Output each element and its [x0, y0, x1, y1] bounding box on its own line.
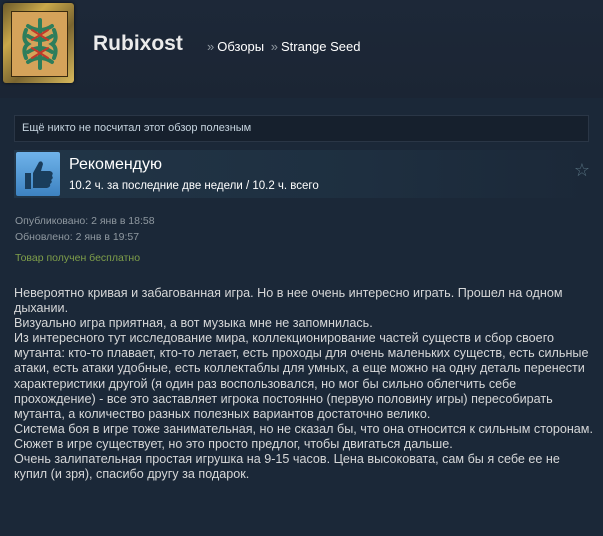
review-paragraph: Визуально игра приятная, а вот музыка мн…: [14, 316, 373, 331]
playtime-hours: 10.2 ч. за последние две недели / 10.2 ч…: [69, 180, 319, 192]
breadcrumb-reviews-link[interactable]: Обзоры: [217, 39, 264, 54]
received-free-label: Товар получен бесплатно: [15, 252, 141, 264]
star-award-icon[interactable]: ☆: [574, 162, 590, 180]
profile-header: Rubixost » Обзоры » Strange Seed: [0, 0, 603, 98]
posted-date: Опубликовано: 2 янв в 18:58: [15, 215, 155, 227]
review-paragraph: Сюжет в игре существует, но это просто п…: [14, 436, 453, 451]
breadcrumb-separator: »: [207, 39, 215, 54]
user-name[interactable]: Rubixost: [93, 32, 183, 56]
breadcrumb-separator: »: [270, 39, 278, 54]
review-paragraph: Очень залипательная простая игрушка на 9…: [14, 452, 560, 482]
avatar-frame[interactable]: [3, 3, 74, 83]
review-paragraph: Система боя в игре тоже занимательная, н…: [14, 421, 593, 436]
recommendation-title: Рекомендую: [69, 156, 163, 173]
avatar-emblem-icon: [21, 18, 58, 70]
recommendation-header: Рекомендую 10.2 ч. за последние две неде…: [14, 150, 594, 198]
helpful-status-box: Ещё никто не посчитал этот обзор полезны…: [14, 115, 589, 142]
review-paragraph: Невероятно кривая и забагованная игра. Н…: [14, 286, 563, 316]
review-body: Невероятно кривая и забагованная игра. Н…: [14, 286, 594, 482]
updated-date: Обновлено: 2 янв в 19:57: [15, 231, 140, 243]
thumbs-up-icon: [16, 152, 60, 196]
breadcrumb-game-link[interactable]: Strange Seed: [281, 39, 361, 54]
review-paragraph: Из интересного тут исследование мира, ко…: [14, 331, 589, 421]
helpful-status-text: Ещё никто не посчитал этот обзор полезны…: [22, 122, 252, 134]
avatar[interactable]: [11, 11, 68, 77]
breadcrumb: » Обзоры » Strange Seed: [204, 39, 361, 54]
